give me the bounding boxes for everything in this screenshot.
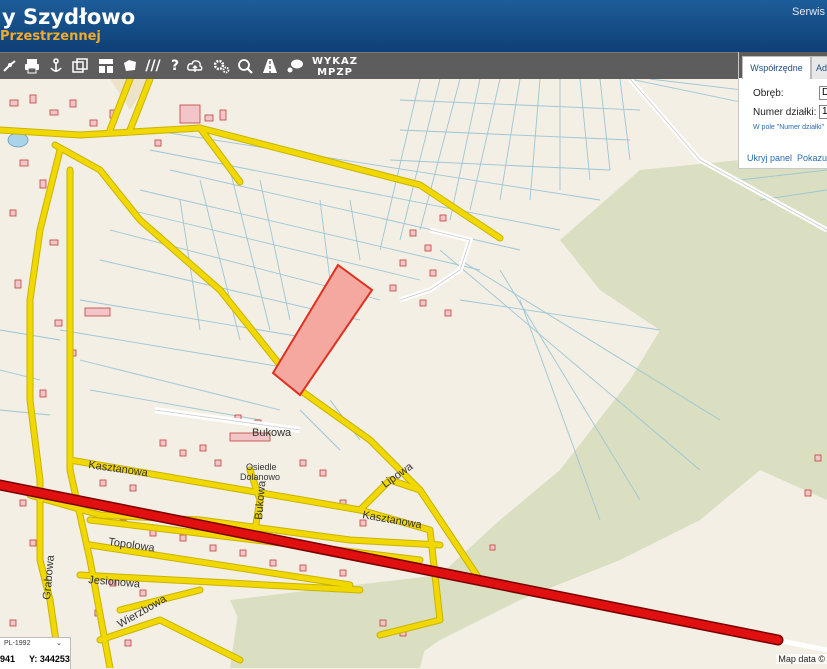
coordinate-readout: PL-1992 ⌄ 941 Y: 344253 bbox=[0, 637, 71, 669]
label-bukowa: Bukowa bbox=[252, 427, 292, 439]
coord-y-label: Y: bbox=[29, 654, 38, 664]
map-attribution[interactable]: Map data © bbox=[776, 654, 827, 664]
map-toolbar: /// ? WYKAZ MPZP bbox=[0, 52, 827, 81]
map-view[interactable]: Bukowa Kasztanowa Kasztanowa Lipowa Topo… bbox=[0, 79, 827, 668]
coord-x-value: 941 bbox=[0, 654, 16, 664]
hide-panel-link[interactable]: Ukryj panel bbox=[747, 153, 792, 163]
numer-hint: W pole "Numer działki" bbox=[753, 124, 825, 131]
numer-dzialki-input[interactable]: 1 bbox=[819, 105, 827, 119]
tab-wspolrzedne[interactable]: Współrzędne bbox=[742, 56, 811, 79]
shape-icon[interactable] bbox=[120, 56, 140, 76]
chevron-down-icon[interactable]: ⌄ bbox=[56, 639, 62, 647]
map-canvas[interactable]: Bukowa Kasztanowa Kasztanowa Lipowa Topo… bbox=[0, 79, 827, 668]
show-link[interactable]: Pokazuj bbox=[797, 153, 827, 163]
zoom-icon[interactable] bbox=[235, 56, 255, 76]
header-link[interactable]: Serwis bbox=[792, 6, 825, 18]
app-header: y Szydłowo Przestrzennej Serwis bbox=[0, 0, 827, 52]
label-dolanowo: Dolanowo bbox=[240, 472, 280, 482]
tab-adres[interactable]: Ad bbox=[811, 56, 827, 79]
numer-dzialki-label: Numer działki: bbox=[753, 107, 817, 118]
wykaz-mpzp-button[interactable]: WYKAZ MPZP bbox=[312, 56, 358, 78]
obreb-label: Obręb: bbox=[753, 88, 784, 99]
copy-icon[interactable] bbox=[70, 56, 90, 76]
comment-icon[interactable] bbox=[285, 56, 305, 76]
help-icon[interactable]: ? bbox=[165, 56, 185, 76]
hatch-icon[interactable]: /// bbox=[143, 56, 163, 76]
obreb-input[interactable]: D bbox=[819, 86, 827, 100]
pond bbox=[7, 132, 29, 148]
print-icon[interactable] bbox=[22, 56, 42, 76]
layout-icon[interactable] bbox=[96, 56, 116, 76]
cloud-upload-icon[interactable] bbox=[185, 56, 205, 76]
road-icon[interactable] bbox=[260, 56, 280, 76]
measure-icon[interactable] bbox=[0, 56, 20, 76]
wykaz-label: WYKAZ bbox=[312, 56, 359, 67]
app-subtitle: Przestrzennej bbox=[0, 29, 101, 44]
anchor-icon[interactable] bbox=[46, 56, 66, 76]
label-osiedle: Osiedle bbox=[246, 462, 277, 472]
coord-y: Y: 344253 bbox=[29, 654, 70, 664]
settings-icon[interactable] bbox=[211, 56, 231, 76]
app-title: y Szydłowo bbox=[2, 5, 136, 29]
crs-select[interactable]: PL-1992 bbox=[4, 640, 30, 647]
mpzp-label: MPZP bbox=[317, 67, 353, 78]
search-panel: Współrzędne Ad Obręb: D Numer działki: 1… bbox=[738, 52, 827, 169]
coord-y-value: 344253 bbox=[39, 654, 70, 664]
panel-tabbar: Współrzędne Ad bbox=[739, 52, 827, 79]
